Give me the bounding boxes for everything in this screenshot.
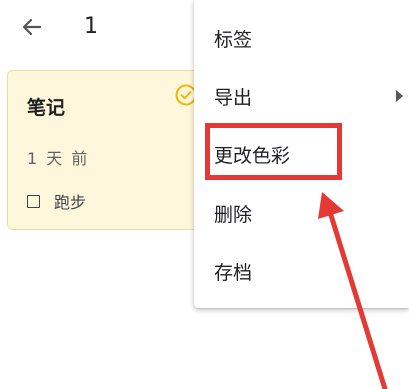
back-button[interactable] [14, 12, 50, 42]
menu-item-label-text: 标签 [214, 28, 253, 51]
submenu-arrow-icon [396, 90, 403, 102]
checkbox-icon[interactable] [27, 194, 40, 208]
todo-text: 跑步 [54, 193, 87, 212]
menu-item-export[interactable]: 导出 [194, 68, 409, 124]
menu-item-delete-text: 删除 [214, 203, 253, 226]
menu-item-archive-text: 存档 [214, 261, 253, 284]
selected-count: 1 [84, 14, 98, 39]
todo-item: 跑步 [27, 189, 86, 213]
back-arrow-icon [22, 18, 42, 36]
menu-item-archive[interactable]: 存档 [194, 243, 409, 299]
menu-item-delete[interactable]: 删除 [194, 185, 409, 241]
menu-item-export-text: 导出 [214, 86, 253, 109]
note-time: 1 天 前 [27, 149, 90, 168]
highlight-box [205, 123, 342, 180]
menu-item-label[interactable]: 标签 [194, 10, 409, 66]
note-title: 笔记 [27, 97, 66, 119]
